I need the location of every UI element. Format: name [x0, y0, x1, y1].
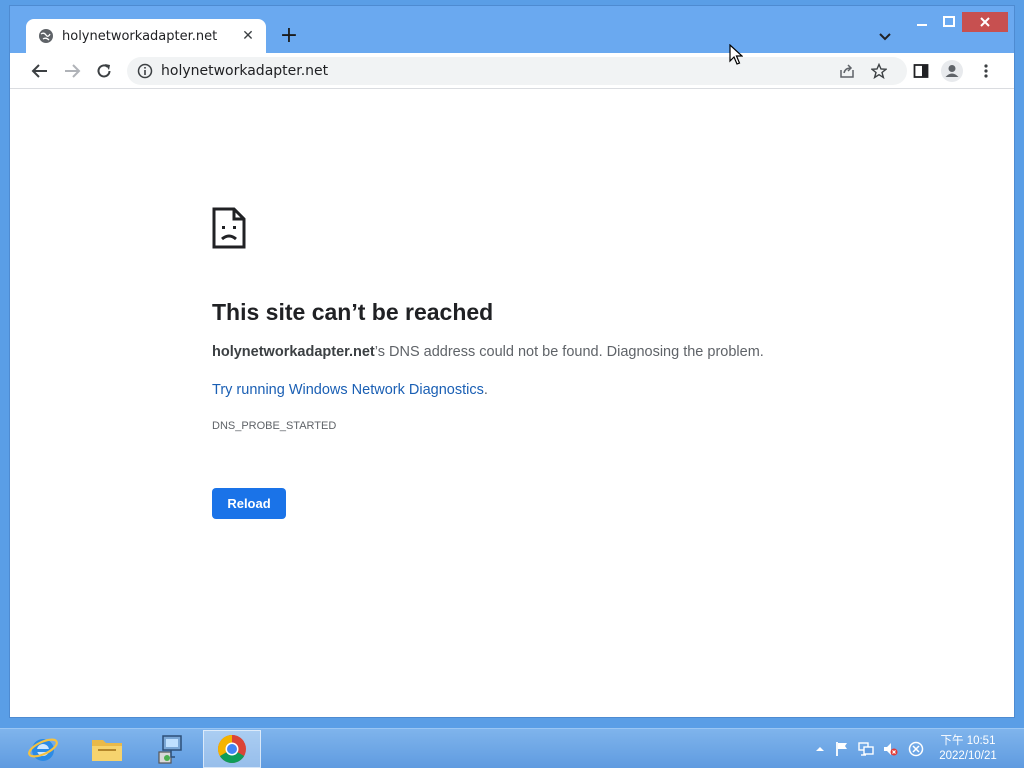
taskbar: 下午 10:51 2022/10/21 — [0, 728, 1024, 768]
new-tab-button[interactable]: + — [276, 24, 302, 50]
bookmark-star-icon[interactable] — [871, 63, 887, 79]
diagnostics-line: Try running Windows Network Diagnostics. — [212, 382, 852, 398]
menu-button[interactable] — [974, 59, 998, 83]
reload-toolbar-button[interactable] — [92, 59, 116, 83]
tab-title: holynetworkadapter.net — [62, 28, 218, 44]
refresh-icon — [97, 64, 111, 78]
taskbar-chrome[interactable] — [203, 730, 261, 768]
flag-icon — [836, 742, 847, 756]
clock-date: 2022/10/21 — [939, 750, 997, 762]
page-content: This site can’t be reached holynetworkad… — [10, 89, 1014, 717]
error-code: DNS_PROBE_STARTED — [212, 420, 337, 432]
error-host: holynetworkadapter.net — [212, 344, 375, 360]
network-tray[interactable] — [858, 741, 874, 757]
maximize-button[interactable] — [936, 12, 962, 32]
folder-icon — [92, 740, 122, 761]
close-icon — [980, 17, 990, 27]
forward-button[interactable] — [60, 59, 84, 83]
taskbar-network-tool[interactable] — [142, 730, 200, 768]
taskbar-file-explorer[interactable] — [78, 730, 136, 768]
error-description-text: ’s DNS address could not be found. Diagn… — [374, 344, 764, 360]
back-button[interactable] — [28, 59, 52, 83]
close-window-button[interactable] — [962, 12, 1008, 32]
minimize-icon — [917, 24, 927, 26]
reload-button[interactable]: Reload — [212, 488, 286, 519]
forward-arrow-icon — [65, 64, 81, 78]
network-icon — [858, 742, 874, 756]
address-url[interactable]: holynetworkadapter.net — [161, 63, 328, 79]
side-panel-icon — [913, 64, 929, 78]
clock-time: 下午 10:51 — [940, 735, 996, 747]
tab-close-icon[interactable]: ✕ — [240, 28, 256, 44]
volume-tray[interactable] — [882, 741, 898, 757]
diagnostics-link[interactable]: Try running Windows Network Diagnostics — [212, 382, 484, 398]
address-bar[interactable]: holynetworkadapter.net — [127, 57, 907, 85]
error-description: holynetworkadapter.net’s DNS address cou… — [212, 344, 852, 360]
chrome-icon — [218, 735, 246, 763]
volume-muted-icon — [884, 743, 898, 756]
error-title: This site can’t be reached — [212, 299, 494, 325]
diagnostics-suffix: . — [483, 382, 488, 398]
chevron-up-icon — [816, 747, 824, 751]
browser-window: holynetworkadapter.net ✕ + holynetworkad… — [9, 5, 1015, 718]
globe-icon — [39, 29, 53, 43]
internet-explorer-icon — [28, 738, 58, 761]
maximize-icon — [943, 16, 955, 27]
browser-tab[interactable]: holynetworkadapter.net ✕ — [26, 19, 266, 53]
error-panel: This site can’t be reached holynetworkad… — [212, 207, 852, 519]
network-computer-icon — [158, 735, 182, 764]
action-center-tray[interactable] — [834, 741, 850, 757]
status-tray[interactable] — [908, 741, 924, 757]
back-arrow-icon — [31, 64, 47, 78]
show-hidden-icons-button[interactable] — [812, 741, 828, 757]
system-clock[interactable]: 下午 10:51 2022/10/21 — [932, 734, 1004, 764]
chevron-down-icon[interactable] — [875, 26, 895, 46]
kebab-menu-icon — [984, 64, 988, 78]
sad-document-icon — [212, 207, 246, 249]
browser-toolbar: holynetworkadapter.net — [10, 53, 1014, 89]
title-bar: holynetworkadapter.net ✕ + — [10, 6, 1014, 53]
mouse-cursor-icon — [729, 44, 743, 65]
info-icon[interactable] — [137, 63, 153, 79]
avatar-icon — [941, 60, 963, 82]
profile-button[interactable] — [940, 59, 964, 83]
circle-x-icon — [908, 741, 924, 757]
share-icon[interactable] — [839, 63, 855, 79]
minimize-button[interactable] — [908, 12, 936, 32]
side-panel-button[interactable] — [909, 59, 933, 83]
taskbar-internet-explorer[interactable] — [14, 730, 72, 768]
